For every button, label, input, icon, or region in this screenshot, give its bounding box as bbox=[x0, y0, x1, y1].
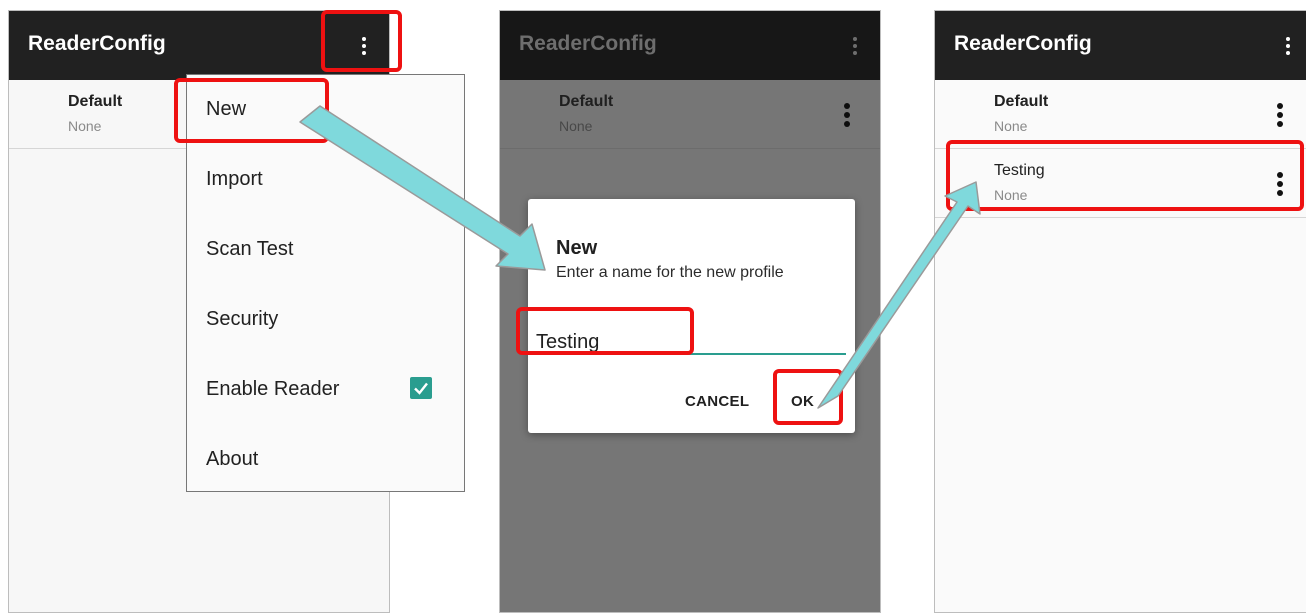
profile-name: Default bbox=[994, 93, 1049, 110]
profile-row-default[interactable]: Default None bbox=[500, 80, 880, 149]
highlight-overflow-button bbox=[321, 10, 402, 72]
checkbox-checked-icon bbox=[414, 382, 428, 395]
profile-name: Default bbox=[559, 93, 614, 110]
highlight-menu-new bbox=[174, 78, 329, 143]
app-title: ReaderConfig bbox=[519, 32, 657, 55]
more-vert-icon[interactable] bbox=[852, 37, 858, 55]
enable-reader-checkbox[interactable] bbox=[410, 377, 432, 399]
profile-subtitle: None bbox=[994, 118, 1028, 134]
dialog-message: Enter a name for the new profile bbox=[556, 264, 784, 281]
menu-item-about[interactable]: About bbox=[206, 448, 258, 471]
menu-item-scan-test[interactable]: Scan Test bbox=[206, 238, 293, 261]
more-vert-icon[interactable] bbox=[844, 103, 850, 127]
highlight-name-input bbox=[516, 307, 694, 355]
profile-subtitle: None bbox=[68, 118, 102, 134]
more-vert-icon[interactable] bbox=[1277, 103, 1283, 127]
app-title: ReaderConfig bbox=[954, 32, 1092, 55]
menu-item-import[interactable]: Import bbox=[206, 168, 263, 191]
profile-name: Default bbox=[68, 93, 123, 110]
cancel-button[interactable]: CANCEL bbox=[685, 393, 749, 410]
app-bar: ReaderConfig bbox=[935, 11, 1306, 80]
app-title: ReaderConfig bbox=[28, 32, 166, 55]
highlight-ok-button bbox=[773, 369, 843, 425]
menu-item-enable-reader[interactable]: Enable Reader bbox=[206, 378, 339, 401]
screen-profile-list: ReaderConfig Default None Testing None bbox=[934, 10, 1306, 613]
menu-item-security[interactable]: Security bbox=[206, 308, 278, 331]
highlight-new-profile-row bbox=[946, 140, 1304, 211]
app-bar: ReaderConfig bbox=[500, 11, 880, 80]
profile-row-default[interactable]: Default None bbox=[935, 80, 1306, 149]
profile-subtitle: None bbox=[559, 118, 593, 134]
more-vert-icon[interactable] bbox=[1285, 37, 1291, 55]
dialog-title: New bbox=[556, 237, 598, 259]
